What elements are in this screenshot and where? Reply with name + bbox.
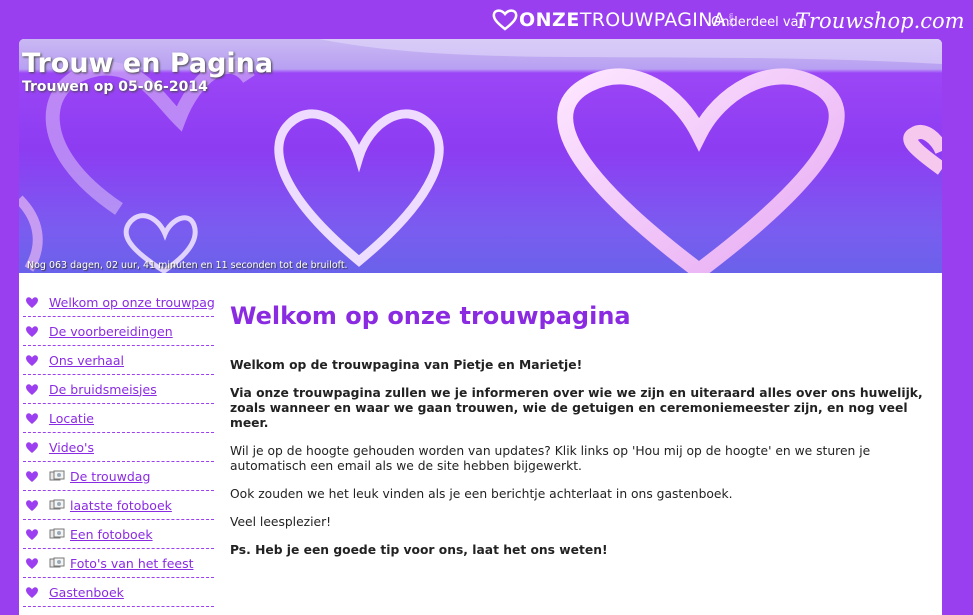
part-of-label: Onderdeel van <box>711 15 807 30</box>
sidebar-item-een-fotoboek[interactable]: Een fotoboek <box>23 520 214 549</box>
sidebar-item-label: Welkom op onze trouwpagina <box>49 294 214 310</box>
photo-album-icon <box>49 528 65 539</box>
photo-album-icon <box>49 499 65 510</box>
updates-paragraph: Wil je op de hoogte gehouden worden van … <box>230 444 871 473</box>
closing-paragraph: Veel leesplezier! <box>230 515 332 529</box>
heart-icon <box>26 296 38 308</box>
heart-icon <box>26 441 38 453</box>
top-bar: ONZE TROUWPAGINA .com Onderdeel van Trou… <box>0 0 973 38</box>
main-content: Welkom op onze trouwpagina Welkom op de … <box>230 302 930 571</box>
site-title: Trouw en Pagina <box>22 48 274 79</box>
sidebar-item-label: Ons verhaal <box>49 352 124 368</box>
onzetrouwpagina-logo[interactable]: ONZE TROUWPAGINA .com <box>492 7 735 33</box>
sidebar-item-label: Locatie <box>49 410 94 426</box>
sidebar-item-fotos-feest[interactable]: Foto's van het feest <box>23 549 214 578</box>
info-paragraph: Via onze trouwpagina zullen we je inform… <box>230 386 923 430</box>
wedding-date: Trouwen op 05-06-2014 <box>22 79 208 95</box>
sidebar-item-label: De bruidsmeisjes <box>49 381 157 397</box>
photo-album-icon <box>49 470 65 481</box>
heart-icon <box>26 354 38 366</box>
page-title: Welkom op onze trouwpagina <box>230 302 631 330</box>
sidebar-item-videos[interactable]: Video's <box>23 433 214 462</box>
sidebar-item-label: Foto's van het feest <box>70 555 194 571</box>
sidebar-item-trouwdag[interactable]: De trouwdag <box>23 462 214 491</box>
sidebar-item-label: Video's <box>49 439 94 455</box>
countdown-timer: Nog 063 dagen, 02 uur, 41 minuten en 11 … <box>27 260 348 271</box>
heart-icon <box>26 325 38 337</box>
heart-icon <box>26 586 38 598</box>
sidebar-item-label: laatste fotoboek <box>70 497 172 513</box>
sidebar-item-label: De trouwdag <box>70 468 151 484</box>
intro-paragraph: Welkom op de trouwpagina van Pietje en M… <box>230 358 583 372</box>
heart-icon <box>26 383 38 395</box>
sidebar-item-bruidsmeisjes[interactable]: De bruidsmeisjes <box>23 375 214 404</box>
sidebar-item-laatste-fotoboek[interactable]: laatste fotoboek <box>23 491 214 520</box>
sidebar-item-label: Een fotoboek <box>70 526 153 542</box>
trouwshop-logo[interactable]: Trouwshop.com <box>795 9 965 33</box>
sidebar-item-label: De voorbereidingen <box>49 323 173 339</box>
header-banner: Trouw en Pagina Trouwen op 05-06-2014 No… <box>19 39 942 273</box>
logo-heart-icon <box>492 9 518 31</box>
sidebar-item-voorbereidingen[interactable]: De voorbereidingen <box>23 317 214 346</box>
heart-icon <box>26 470 38 482</box>
sidebar-nav: Welkom op onze trouwpagina De voorbereid… <box>23 288 214 607</box>
ps-paragraph: Ps. Heb je een goede tip voor ons, laat … <box>230 543 608 557</box>
brand-name-light: TROUWPAGINA <box>579 9 727 31</box>
sidebar-item-welkom[interactable]: Welkom op onze trouwpagina <box>23 288 214 317</box>
brand-name-bold: ONZE <box>519 9 580 31</box>
sidebar-item-locatie[interactable]: Locatie <box>23 404 214 433</box>
photo-album-icon <box>49 557 65 568</box>
sidebar-item-ons-verhaal[interactable]: Ons verhaal <box>23 346 214 375</box>
heart-icon <box>26 412 38 424</box>
page-frame: Trouw en Pagina Trouwen op 05-06-2014 No… <box>19 39 942 615</box>
heart-icon <box>26 557 38 569</box>
sidebar-item-label: Gastenboek <box>49 584 124 600</box>
sidebar-item-gastenboek[interactable]: Gastenboek <box>23 578 214 607</box>
heart-icon <box>26 528 38 540</box>
guestbook-paragraph: Ook zouden we het leuk vinden als je een… <box>230 487 733 501</box>
heart-icon <box>26 499 38 511</box>
